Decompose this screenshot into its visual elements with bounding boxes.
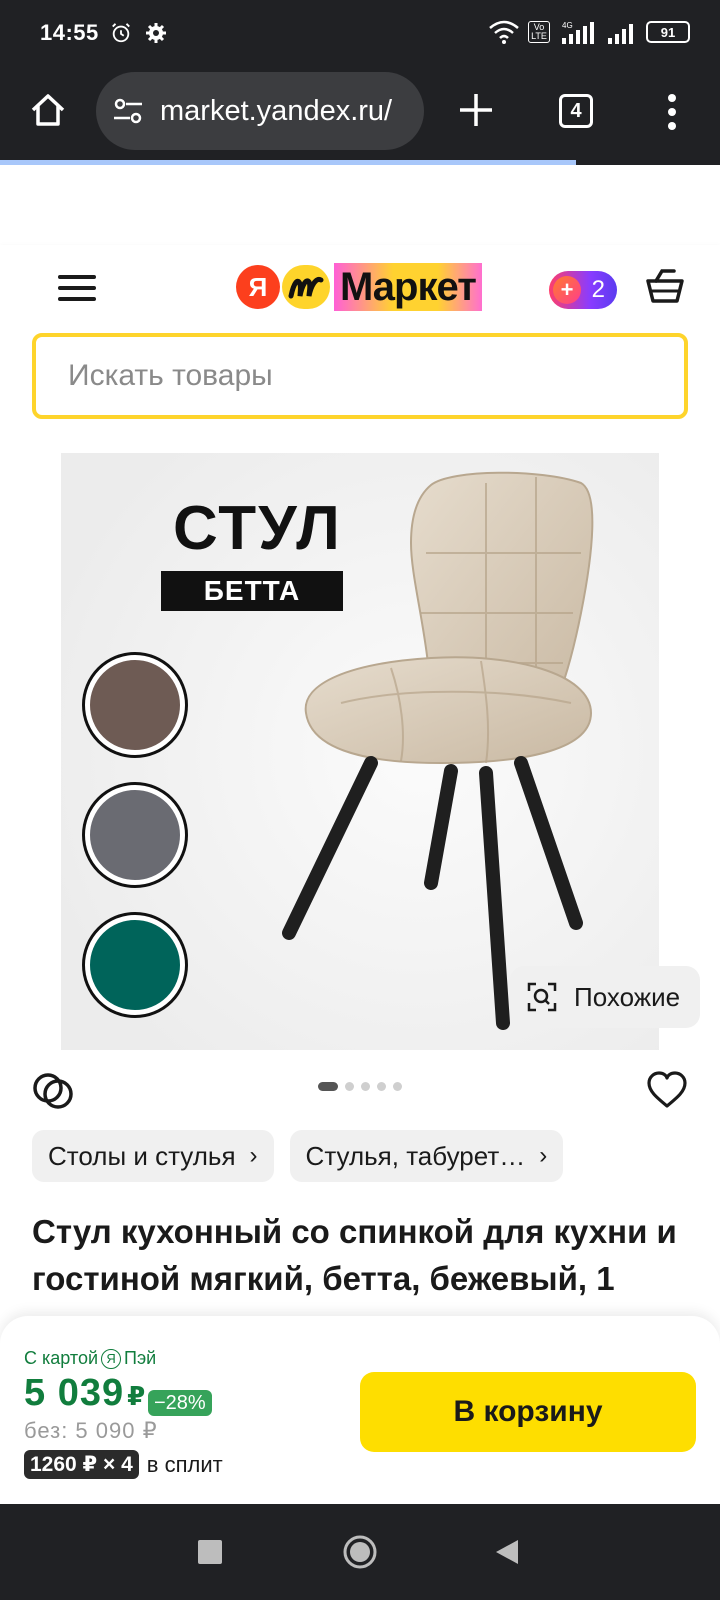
alarm-icon (112, 23, 130, 43)
plus-points-badge[interactable]: + 2 (549, 271, 617, 309)
breadcrumb-label: Столы и стулья (48, 1140, 236, 1171)
browser-toolbar: market.yandex.ru/ 4 (0, 68, 720, 164)
home-icon[interactable] (28, 90, 68, 130)
pagination-dot[interactable] (377, 1082, 386, 1091)
similar-button[interactable]: Похожие (510, 966, 700, 1028)
similar-label: Похожие (574, 981, 681, 1012)
ya-pay-icon: Я (101, 1348, 122, 1369)
discount-badge: −28% (148, 1390, 212, 1416)
pagination-dot[interactable] (393, 1082, 402, 1091)
page-top-spacer (0, 165, 720, 245)
chevron-right-icon: › (539, 1142, 548, 1169)
more-menu-icon[interactable] (664, 92, 680, 132)
search-box[interactable] (32, 333, 688, 419)
color-swatch-green (85, 915, 185, 1015)
chair-illustration (282, 471, 594, 1030)
site-header: Я Маркет + 2 (0, 245, 720, 453)
logo-text: Маркет (334, 263, 482, 311)
hamburger-menu-icon[interactable] (58, 275, 96, 305)
breadcrumb-chairs-stools[interactable]: Стулья, табурет… › (289, 1130, 564, 1182)
buy-panel: С картой Я Пэй 5 039 ₽ −28% без: 5 090 ₽ … (0, 1316, 720, 1504)
tab-switcher-button[interactable]: 4 (559, 94, 593, 128)
cart-icon[interactable] (644, 265, 686, 307)
volte-badge: Vo LTE (528, 21, 550, 43)
system-nav-bar (0, 1504, 720, 1600)
add-to-cart-button[interactable]: В корзину (360, 1372, 696, 1452)
wifi-icon (489, 20, 519, 44)
price-value: 5 039 (24, 1372, 125, 1414)
product-image[interactable]: СТУЛ БЕТТА (61, 453, 659, 1050)
site-settings-icon[interactable] (112, 97, 144, 125)
pagination-dot[interactable] (345, 1082, 354, 1091)
address-bar[interactable]: market.yandex.ru/ (96, 72, 424, 150)
url-text: market.yandex.ru/ (160, 94, 393, 127)
price-currency: ₽ (127, 1381, 147, 1411)
plus-points: 2 (591, 276, 605, 303)
breadcrumbs: Столы и стулья › Стулья, табурет… › (32, 1130, 564, 1182)
recents-button[interactable] (198, 1540, 222, 1564)
breadcrumb-tables-chairs[interactable]: Столы и стулья › (32, 1130, 274, 1182)
current-price: 5 039 ₽ (24, 1372, 146, 1415)
search-input[interactable] (68, 359, 684, 393)
logo-ya-mark: Я (236, 265, 280, 309)
visual-search-icon (527, 982, 557, 1012)
color-swatch-gray (85, 785, 185, 885)
market-logo[interactable]: Я Маркет (236, 263, 482, 311)
compare-icon[interactable] (32, 1070, 74, 1110)
color-swatch-brown (85, 655, 185, 755)
card-prefix: С картой (24, 1348, 99, 1368)
plus-icon: + (553, 276, 581, 304)
signal-icon: 4G (562, 21, 594, 44)
logo-m-mark (282, 265, 330, 309)
chevron-right-icon: › (249, 1142, 258, 1169)
gear-icon (146, 23, 166, 43)
favorite-heart-icon[interactable] (646, 1070, 688, 1110)
battery-indicator: 91 (646, 21, 690, 43)
card-price-label: С картой Я Пэй (24, 1348, 156, 1369)
nav-home-icon[interactable] (342, 1534, 378, 1570)
split-offer[interactable]: 1260 ₽ × 4 в сплит (24, 1450, 223, 1479)
old-price: без: 5 090 ₽ (24, 1418, 158, 1443)
status-time: 14:55 (40, 20, 99, 45)
signal-icon-2 (608, 24, 633, 44)
gallery-pagination (318, 1082, 402, 1091)
split-text: в сплит (146, 1451, 223, 1477)
status-bar: 14:55 Vo LTE 4G 91 (0, 0, 720, 68)
breadcrumb-label: Стулья, табурет… (305, 1140, 526, 1171)
product-title: Стул кухонный со спинкой для кухни и гос… (32, 1213, 677, 1297)
split-badge: 1260 ₽ × 4 (24, 1450, 139, 1479)
nav-back-icon[interactable] (494, 1538, 520, 1566)
new-tab-icon[interactable] (456, 90, 496, 130)
pagination-dot[interactable] (361, 1082, 370, 1091)
card-suffix: Пэй (124, 1348, 157, 1368)
svg-text:4G: 4G (562, 21, 573, 30)
status-indicators: Vo LTE 4G 91 (488, 20, 690, 44)
pagination-dot[interactable] (318, 1082, 338, 1091)
